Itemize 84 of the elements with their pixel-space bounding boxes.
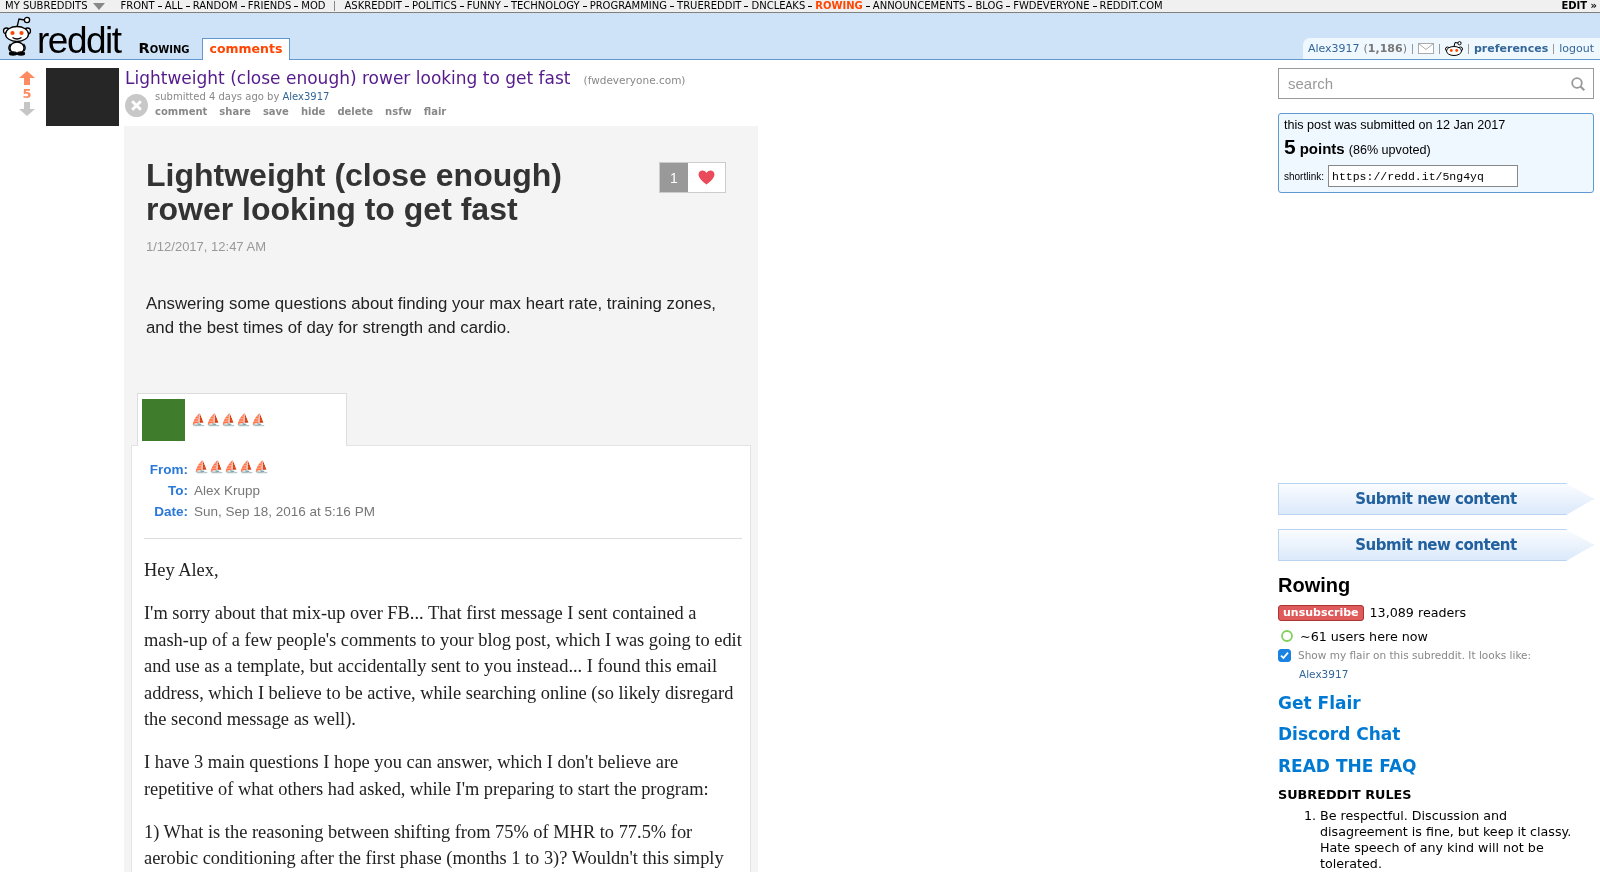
subreddit-link[interactable]: TECHNOLOGY	[510, 0, 580, 12]
post-action-link[interactable]: flair	[423, 105, 447, 119]
submitted-date-text: this post was submitted on 12 Jan 2017	[1284, 117, 1507, 133]
checkbox-label: Show my flair on this subreddit. It looks like:	[1298, 649, 1532, 661]
like-count: 1	[660, 163, 688, 192]
subreddit-link[interactable]: REDDIT.COM	[1099, 0, 1163, 12]
submit-button[interactable]: Submit new content	[1278, 483, 1594, 515]
article-summary: Answering some questions about finding your max heart rate, training zones, and the best times of day for strength and cardio.	[146, 293, 717, 339]
status-ring-icon	[1281, 630, 1293, 642]
close-icon[interactable]	[125, 94, 148, 117]
subreddit-link[interactable]: POLITICS	[411, 0, 457, 12]
sender-name: ⛵⛵⛵⛵⛵	[191, 412, 266, 428]
subreddit-link[interactable]: TRUEREDDIT	[677, 0, 742, 12]
search-icon[interactable]	[1571, 77, 1585, 91]
submit-button[interactable]: Submit new content	[1278, 529, 1594, 561]
field-value: Sun, Sep 18, 2016 at 5:16 PM	[194, 503, 375, 521]
subreddit-link[interactable]: FRONT	[120, 0, 155, 12]
flair-preview: Alex3917	[1299, 667, 1349, 682]
post-action-link[interactable]: comment	[155, 105, 208, 119]
rule-text: Be respectful. Discussion and disagreement is fine, but keep it classy. Hate speech of any kind will not be tolerated.	[1320, 807, 1573, 872]
upvote-arrow-icon[interactable]	[19, 71, 35, 85]
shortlink-field[interactable]: https://redd.it/5ng4yq	[1328, 165, 1518, 187]
subreddit-link[interactable]: ASKREDDIT	[344, 0, 402, 12]
subreddit-link[interactable]: ANNOUNCEMENTS	[872, 0, 966, 12]
subreddit-name: Rowing	[1278, 573, 1352, 597]
field-label: Date:	[153, 503, 188, 521]
subreddit-link[interactable]: ALL	[164, 0, 183, 12]
rule-number: 1.	[1304, 807, 1318, 825]
post-action-link[interactable]: nsfw	[385, 105, 412, 119]
mail-icon[interactable]	[1417, 43, 1434, 54]
article-date: 1/12/2017, 12:47 AM	[146, 238, 267, 256]
subscribe-button[interactable]: unsubscribe	[1278, 605, 1364, 621]
subreddit-link[interactable]: DNCLEAKS	[751, 0, 806, 12]
upvote-ratio: (86% upvoted)	[1348, 143, 1431, 157]
preferences-link[interactable]: preferences	[1473, 41, 1549, 56]
domain-label: (fwdeveryone.com)	[583, 73, 686, 88]
logo-text[interactable]: reddit	[37, 25, 121, 57]
subreddit-link[interactable]: FWDEVERYONE	[1013, 0, 1090, 12]
rules-heading: SUBREDDIT RULES	[1278, 786, 1412, 803]
subreddit-link[interactable]: FUNNY	[466, 0, 501, 12]
email-greeting: Hey Alex,	[144, 559, 220, 582]
alien-head-icon[interactable]	[1444, 41, 1463, 56]
field-value: ⛵⛵⛵⛵⛵	[194, 459, 270, 476]
logout-link[interactable]: logout	[1559, 41, 1594, 56]
subreddit-link[interactable]: MOD	[301, 0, 326, 12]
post-tagline: submitted 4 days ago by Alex3917	[155, 90, 331, 104]
vote-score: 5	[22, 85, 32, 102]
my-subreddits-dropdown[interactable]: MY SUBREDDITS	[5, 0, 105, 12]
sidebar-link[interactable]: READ THE FAQ	[1278, 753, 1417, 778]
subreddit-title[interactable]: Rowing	[138, 40, 190, 56]
field-value: Alex Krupp	[194, 482, 262, 500]
points-label: points	[1299, 140, 1345, 157]
alien-logo-icon[interactable]	[2, 14, 32, 56]
field-label: To:	[167, 482, 188, 500]
shortlink-label: shortlink:	[1284, 170, 1324, 182]
post-action-link[interactable]: save	[262, 105, 289, 119]
sidebar-link[interactable]: Discord Chat	[1278, 722, 1401, 746]
karma-count: (1,186)	[1363, 41, 1407, 56]
post-action-link[interactable]: hide	[300, 105, 326, 119]
flair-checkbox[interactable]	[1278, 648, 1291, 662]
subreddit-link[interactable]: RANDOM	[192, 0, 238, 12]
post-action-link[interactable]: share	[219, 105, 251, 119]
search-field[interactable]: search	[1278, 68, 1594, 99]
post-action-link[interactable]: delete	[337, 105, 374, 119]
downvote-arrow-icon[interactable]	[19, 102, 35, 116]
email-paragraph: I'm sorry about that mix-up over FB... That first message I sent contained a mash-up of a few people's comments to your blog post, which I was going to edit and use as a template, but accidentally sent to you instead... I found this email address, which I believe to be active, while searching online (so likely disregard the second message as well).	[144, 602, 742, 731]
reader-count: 13,089 readers	[1369, 605, 1467, 621]
username-link[interactable]: Alex3917	[1307, 41, 1360, 56]
online-count: ~61 users here now	[1300, 628, 1428, 644]
article-title: Lightweight (close enough) rower looking to get fast	[146, 158, 563, 226]
post-title-link[interactable]: Lightweight (close enough) rower looking to get fast	[125, 68, 571, 88]
author-link[interactable]: Alex3917	[282, 91, 330, 102]
edit-link[interactable]: EDIT »	[1561, 0, 1597, 12]
email-paragraph: 1) What is the reasoning between shifting from 75% of MHR to 77.5% for aerobic conditioning after the first phase (months 1 to 3)? Wouldn't this simply	[144, 820, 725, 870]
field-label: From:	[148, 461, 188, 479]
points-count: 5	[1284, 135, 1296, 158]
subreddit-link[interactable]: FRIENDS	[247, 0, 292, 12]
thumbnail-image[interactable]	[46, 68, 119, 126]
email-paragraph: I have 3 main questions I hope you can answer, which I don't believe are repetitive of what others had asked, while I'm preparing to start the program:	[144, 751, 710, 801]
heart-icon	[698, 170, 715, 185]
subreddit-link[interactable]: BLOG	[975, 0, 1004, 12]
sidebar-link[interactable]: Get Flair	[1278, 690, 1361, 715]
photo-placeholder	[142, 399, 185, 441]
subreddit-link[interactable]: PROGRAMMING	[589, 0, 668, 12]
